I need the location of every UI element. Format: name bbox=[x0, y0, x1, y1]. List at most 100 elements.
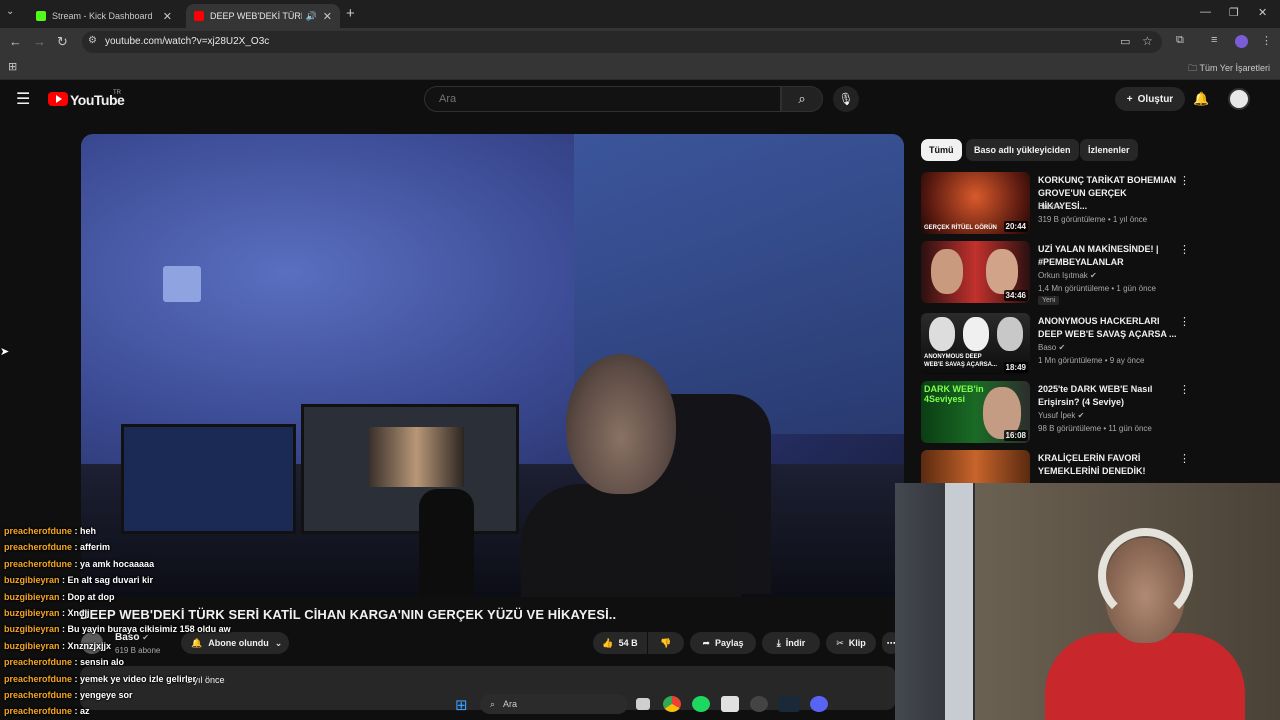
recommended-video[interactable]: GERÇEK RİTÜEL GÖRÜN 20:44 KORKUNÇ TARİKA… bbox=[921, 172, 1191, 236]
video-frame-person-body bbox=[521, 484, 741, 597]
chat-username: buzgibieyran bbox=[4, 624, 60, 635]
forward-arrow-icon[interactable]: → bbox=[33, 34, 46, 49]
thumbnail-mask bbox=[997, 317, 1023, 351]
video-thumbnail[interactable]: ANONYMOUS DEEP WEB'E SAVAŞ AÇARSA... 18:… bbox=[921, 313, 1030, 375]
chat-text: az bbox=[80, 706, 90, 717]
subscribed-button[interactable]: 🔔 Abone olundu ⌄ bbox=[181, 632, 289, 654]
reload-icon[interactable]: ↻ bbox=[57, 34, 68, 50]
bookmarks-bar bbox=[0, 56, 1280, 80]
thumbnail-mask bbox=[929, 317, 955, 351]
recommended-meta: 98 B görüntüleme • 11 gün önce bbox=[1038, 424, 1152, 433]
media-control-icon[interactable]: ≡ bbox=[1211, 34, 1217, 46]
chat-username: preacherofdune bbox=[4, 673, 73, 684]
speaker-icon[interactable]: 🔊 bbox=[306, 11, 317, 22]
chip-all[interactable]: Tümü bbox=[921, 139, 962, 161]
search-button[interactable]: ⌕ bbox=[781, 86, 823, 112]
dislike-button[interactable]: 👎 bbox=[648, 632, 684, 654]
tab-search-icon[interactable]: ⌄ bbox=[6, 6, 14, 17]
chrome-icon[interactable] bbox=[663, 696, 681, 712]
window-close-icon[interactable]: ✕ bbox=[1258, 6, 1267, 19]
video-duration: 34:46 bbox=[1003, 290, 1028, 301]
verified-icon: ✔ bbox=[1090, 271, 1097, 280]
video-frame-microphone bbox=[419, 489, 474, 597]
recommended-channel[interactable]: Yusuf İpek ✔ bbox=[1038, 411, 1084, 420]
search-input[interactable] bbox=[424, 86, 781, 112]
video-frame-person-head bbox=[566, 354, 676, 494]
restore-icon[interactable]: ❐ bbox=[1229, 6, 1239, 19]
store-icon[interactable] bbox=[721, 696, 739, 712]
more-options-icon[interactable]: ⋮ bbox=[1179, 174, 1190, 187]
recommended-title[interactable]: KRALİÇELERİN FAVORİ YEMEKLERİNİ DENEDİK! bbox=[1038, 452, 1178, 478]
video-player[interactable] bbox=[81, 134, 904, 597]
account-avatar[interactable] bbox=[1228, 88, 1250, 110]
task-view-icon[interactable] bbox=[636, 698, 650, 710]
url-text[interactable]: youtube.com/watch?v=xj28U2X_O3c bbox=[105, 36, 269, 47]
browser-menu-icon[interactable]: ⋮ bbox=[1261, 34, 1272, 47]
thumbnail-text: GERÇEK RİTÜEL GÖRÜN bbox=[924, 225, 997, 231]
apps-grid-icon[interactable]: ⊞ bbox=[8, 60, 17, 73]
recommended-video[interactable]: DARK WEB'in 4Seviyesi 16:08 2025'te DARK… bbox=[921, 381, 1191, 445]
clip-label: Klip bbox=[848, 638, 866, 648]
recommended-channel[interactable]: Orkun Işıtmak ✔ bbox=[1038, 271, 1097, 280]
chat-username: preacherofdune bbox=[4, 558, 73, 569]
chat-separator: : bbox=[59, 575, 68, 586]
all-bookmarks-label: Tüm Yer İşaretleri bbox=[1199, 63, 1270, 73]
extensions-icon[interactable]: ⧉ bbox=[1176, 34, 1184, 47]
back-arrow-icon[interactable]: ← bbox=[9, 34, 22, 49]
recommended-channel[interactable]: Baso ✔ bbox=[1038, 343, 1065, 352]
download-icon: ⤓ bbox=[776, 637, 781, 648]
close-icon[interactable]: ✕ bbox=[163, 10, 172, 23]
video-frame-monitor bbox=[301, 404, 519, 534]
bookmark-star-icon[interactable]: ☆ bbox=[1142, 34, 1153, 48]
youtube-logo-icon[interactable] bbox=[48, 92, 68, 106]
taskbar-search-label: Ara bbox=[503, 699, 518, 709]
tab-kick-dashboard[interactable]: Stream - Kick Dashboard ✕ bbox=[28, 4, 180, 28]
verified-icon: ✔ bbox=[1077, 411, 1085, 420]
more-options-icon[interactable]: ⋮ bbox=[1179, 452, 1190, 465]
voice-search-button[interactable]: 🎙 bbox=[833, 86, 859, 112]
recommended-title[interactable]: 2025'te DARK WEB'E Nasıl Erişirsin? (4 S… bbox=[1038, 383, 1178, 409]
chip-from-uploader[interactable]: Baso adlı yükleyiciden bbox=[966, 139, 1079, 161]
more-options-icon[interactable]: ⋮ bbox=[1179, 315, 1190, 328]
recommended-video[interactable]: 34:46 UZİ YALAN MAKİNESİNDE! | #PEMBEYAL… bbox=[921, 241, 1191, 305]
recommended-title[interactable]: ANONYMOUS HACKERLARI DEEP WEB'E SAVAŞ AÇ… bbox=[1038, 315, 1178, 341]
share-button[interactable]: ➦ Paylaş bbox=[690, 632, 756, 654]
chip-watched[interactable]: İzlenenler bbox=[1080, 139, 1138, 161]
new-tab-plus-icon[interactable]: + bbox=[346, 5, 355, 22]
more-options-icon[interactable]: ⋮ bbox=[1179, 243, 1190, 256]
minimize-icon[interactable]: — bbox=[1200, 6, 1211, 18]
like-button[interactable]: 👍 54 B bbox=[593, 632, 647, 654]
spotify-icon[interactable] bbox=[692, 696, 710, 712]
download-button[interactable]: ⤓ İndir bbox=[762, 632, 820, 654]
clip-button[interactable]: ✂ Klip bbox=[826, 632, 876, 654]
app-icon[interactable] bbox=[750, 696, 768, 712]
notifications-bell-icon[interactable]: 🔔 bbox=[1193, 91, 1209, 107]
create-button[interactable]: + Oluştur bbox=[1115, 87, 1185, 111]
tab-youtube-video[interactable]: DEEP WEB'DEKİ TÜRK SERİ 🔊 ✕ bbox=[186, 4, 340, 28]
more-options-icon[interactable]: ⋮ bbox=[1179, 383, 1190, 396]
discord-icon[interactable] bbox=[810, 696, 828, 712]
taskbar-search[interactable]: ⌕ Ara bbox=[480, 694, 628, 714]
recommended-video[interactable]: ANONYMOUS DEEP WEB'E SAVAŞ AÇARSA... 18:… bbox=[921, 313, 1191, 377]
hamburger-menu-icon[interactable]: ☰ bbox=[16, 89, 30, 109]
like-count: 54 B bbox=[618, 638, 638, 648]
chat-message: preacherofdune : afferim bbox=[4, 542, 110, 552]
webcam-overlay bbox=[895, 483, 1280, 720]
recommended-title[interactable]: UZİ YALAN MAKİNESİNDE! | #PEMBEYALANLAR bbox=[1038, 243, 1178, 269]
chat-message: preacherofdune : ya amk hocaaaaa bbox=[4, 559, 154, 569]
cast-icon[interactable]: ▭ bbox=[1120, 35, 1130, 48]
chat-username: preacherofdune bbox=[4, 690, 73, 700]
video-thumbnail[interactable]: DARK WEB'in 4Seviyesi 16:08 bbox=[921, 381, 1030, 443]
close-icon[interactable]: ✕ bbox=[323, 10, 332, 23]
recommended-channel[interactable]: Baso ✔ bbox=[1038, 202, 1065, 211]
chat-message: preacherofdune : az bbox=[4, 706, 90, 716]
profile-avatar[interactable] bbox=[1235, 35, 1248, 48]
video-thumbnail[interactable]: 34:46 bbox=[921, 241, 1030, 303]
video-thumbnail[interactable]: GERÇEK RİTÜEL GÖRÜN 20:44 bbox=[921, 172, 1030, 234]
site-info-icon[interactable]: ⚙ bbox=[88, 35, 97, 46]
steam-icon[interactable] bbox=[778, 696, 800, 712]
windows-start-icon[interactable]: ⊞ bbox=[455, 696, 468, 714]
tab-title: DEEP WEB'DEKİ TÜRK SERİ bbox=[210, 11, 302, 21]
search-icon: ⌕ bbox=[490, 698, 496, 709]
all-bookmarks-button[interactable]: 🗀 Tüm Yer İşaretleri bbox=[1188, 61, 1270, 77]
